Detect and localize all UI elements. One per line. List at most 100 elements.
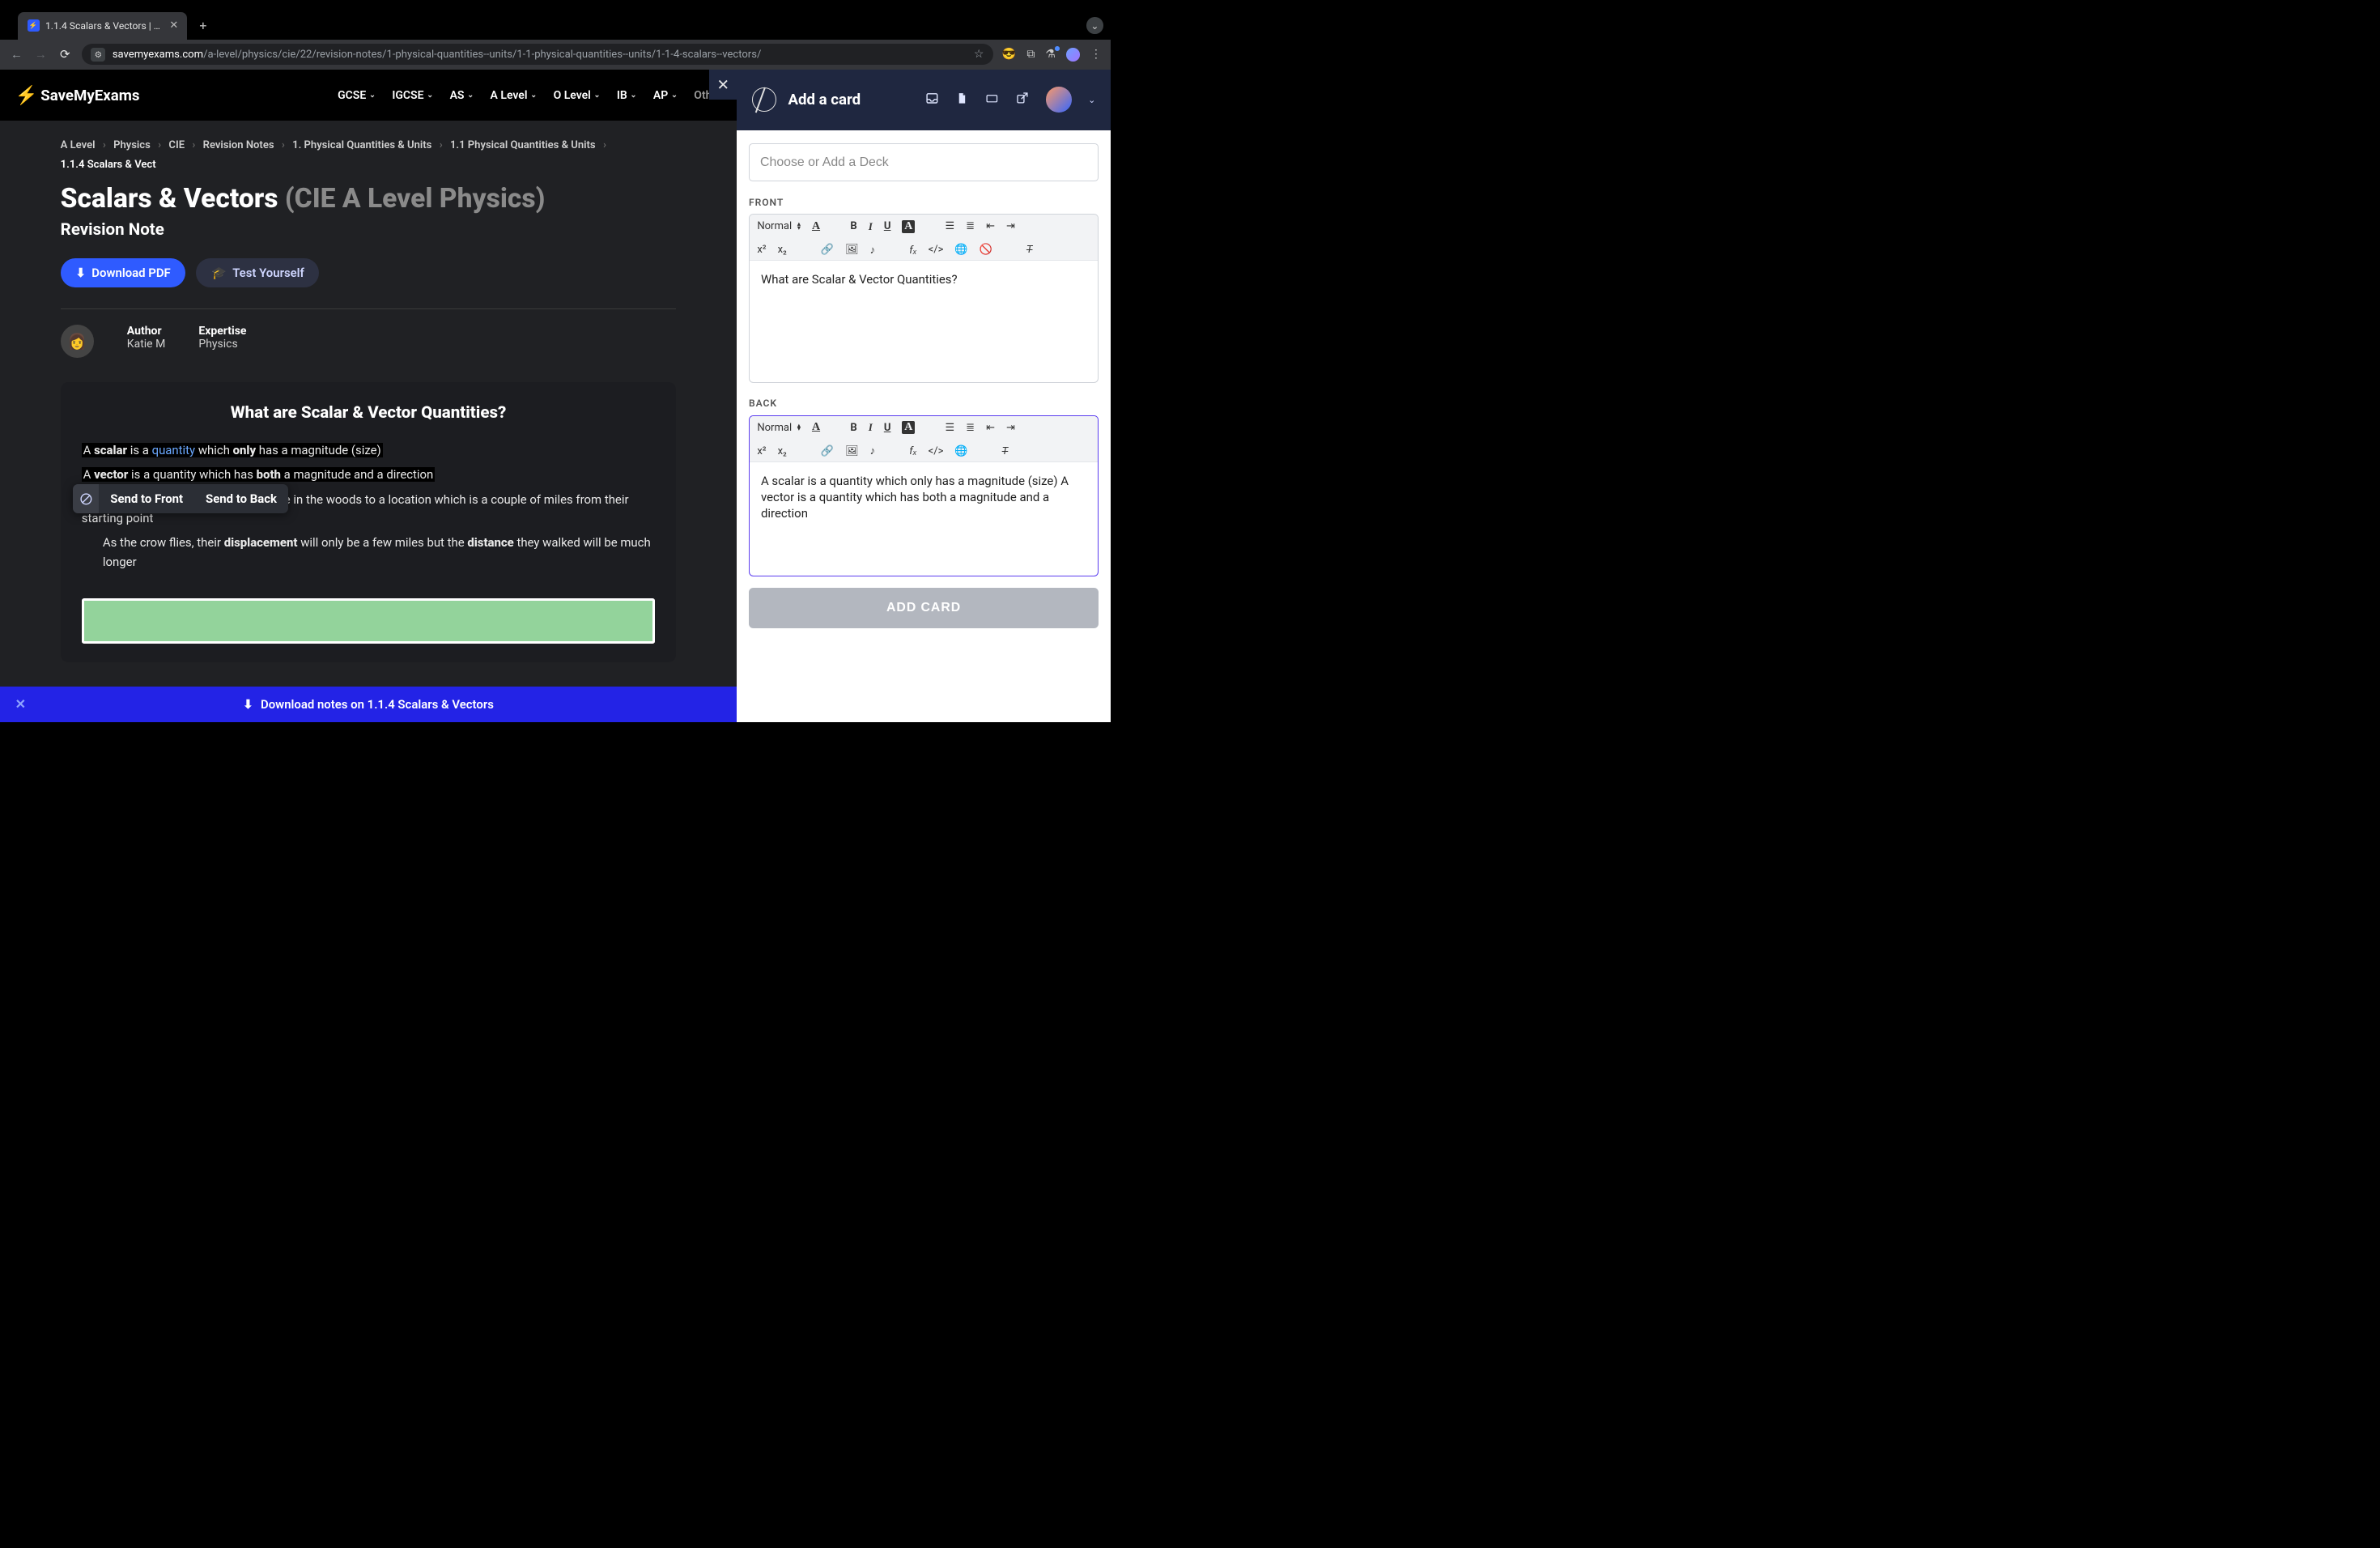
link-icon[interactable]: 🔗 [821, 445, 834, 457]
back-content[interactable]: A scalar is a quantity which only has a … [750, 462, 1098, 576]
indent-icon[interactable]: ⇥ [1006, 220, 1015, 232]
outdent-icon[interactable]: ⇤ [986, 422, 995, 434]
underline-icon[interactable]: U [884, 422, 891, 434]
code-icon[interactable]: </> [929, 244, 944, 256]
audio-icon[interactable]: ♪ [870, 244, 876, 257]
outdent-icon[interactable]: ⇤ [986, 220, 995, 232]
front-content[interactable]: What are Scalar & Vector Quantities? [750, 261, 1098, 381]
nav-forward-icon[interactable]: → [33, 47, 49, 62]
visibility-off-icon[interactable]: 🚫 [980, 244, 992, 256]
highlight-icon[interactable]: A [902, 421, 915, 434]
code-icon[interactable]: </> [929, 445, 944, 457]
bold-icon[interactable]: B [850, 220, 856, 232]
site-info-icon[interactable]: ⚙ [91, 48, 106, 62]
download-banner[interactable]: ✕ ⬇ Download notes on 1.1.4 Scalars & Ve… [0, 687, 737, 723]
bookmark-star-icon[interactable]: ☆ [974, 48, 984, 61]
nav-igcse[interactable]: IGCSE⌄ [392, 89, 433, 102]
text-color-icon[interactable]: A [812, 421, 820, 434]
nav-ap[interactable]: AP⌄ [653, 89, 678, 102]
crumb-alevel[interactable]: A Level [61, 139, 96, 151]
test-yourself-button[interactable]: 🎓 Test Yourself [196, 258, 319, 288]
url-bar[interactable]: ⚙ savemyexams.com/a-level/physics/cie/22… [82, 44, 993, 65]
new-tab-button[interactable]: + [193, 12, 213, 40]
formula-icon[interactable]: fₓ [909, 444, 916, 457]
italic-icon[interactable]: I [869, 421, 873, 434]
indent-icon[interactable]: ⇥ [1006, 422, 1015, 434]
site-logo[interactable]: ⚡ SaveMyExams [15, 85, 140, 106]
tab-close-icon[interactable]: ✕ [169, 19, 178, 32]
selection-toolbar: Send to Front Send to Back [73, 484, 288, 512]
profile-avatar[interactable] [1066, 48, 1080, 62]
site-nav: GCSE⌄ IGCSE⌄ AS⌄ A Level⌄ O Level⌄ IB⌄ A… [338, 89, 721, 102]
format-select[interactable]: Normal▴▾ [757, 220, 801, 232]
formula-icon[interactable]: fₓ [909, 244, 916, 257]
sidebar-title: Add a card [788, 91, 861, 108]
quantity-link[interactable]: quantity [152, 443, 196, 457]
bullet-list-icon[interactable]: ≣ [966, 422, 975, 434]
url-text: savemyexams.com/a-level/physics/cie/22/r… [113, 49, 762, 61]
extension-emoji-icon[interactable]: 😎 [1002, 48, 1016, 61]
deck-input[interactable] [749, 143, 1099, 181]
chevron-down-icon: ⌄ [369, 91, 376, 100]
nav-reload-icon[interactable]: ⟳ [57, 47, 73, 62]
sidebar-close-button[interactable]: ✕ [709, 70, 737, 100]
globe-icon[interactable]: 🌐 [954, 244, 967, 256]
kebab-menu-icon[interactable]: ⋮ [1090, 48, 1102, 61]
tab-overflow-icon[interactable]: ⌄ [1086, 17, 1103, 34]
highlight-icon[interactable]: A [902, 220, 915, 233]
bullet-list-icon[interactable]: ≣ [966, 220, 975, 232]
send-to-front-button[interactable]: Send to Front [99, 484, 194, 512]
document-icon[interactable] [956, 91, 968, 108]
subscript-icon[interactable]: x₂ [778, 445, 787, 457]
browser-tab[interactable]: ⚡ 1.1.4 Scalars & Vectors | CIE A ✕ [18, 12, 187, 40]
user-avatar[interactable] [1046, 87, 1072, 113]
download-pdf-button[interactable]: ⬇ Download PDF [61, 258, 186, 288]
italic-icon[interactable]: I [869, 220, 873, 233]
crumb-cie[interactable]: CIE [168, 139, 185, 151]
nav-as[interactable]: AS⌄ [450, 89, 474, 102]
image-icon[interactable]: 🖼 [845, 445, 859, 457]
format-select[interactable]: Normal▴▾ [757, 422, 801, 434]
send-to-back-button[interactable]: Send to Back [194, 484, 288, 512]
chevron-down-icon: ⌄ [427, 91, 433, 100]
add-card-button[interactable]: ADD CARD [749, 588, 1099, 628]
nav-olevel[interactable]: O Level⌄ [554, 89, 601, 102]
crumb-revision-notes[interactable]: Revision Notes [203, 139, 274, 151]
inbox-icon[interactable] [925, 91, 939, 108]
clear-format-icon[interactable]: T [1026, 244, 1033, 256]
banner-close-icon[interactable]: ✕ [15, 696, 26, 712]
globe-icon[interactable]: 🌐 [954, 445, 967, 457]
nav-back-icon[interactable]: ← [9, 47, 24, 62]
ordered-list-icon[interactable]: ☰ [945, 220, 954, 232]
audio-icon[interactable]: ♪ [870, 444, 876, 457]
nav-gcse[interactable]: GCSE⌄ [338, 89, 376, 102]
breadcrumbs: A Level› Physics› CIE› Revision Notes› 1… [61, 139, 677, 171]
superscript-icon[interactable]: x² [757, 244, 766, 256]
chevron-down-icon[interactable]: ⌄ [1088, 95, 1095, 105]
text-color-icon[interactable]: A [812, 220, 820, 233]
front-label: FRONT [749, 197, 1099, 208]
clear-format-icon[interactable]: T [1002, 445, 1009, 457]
banner-text: Download notes on 1.1.4 Scalars & Vector… [261, 697, 494, 712]
labs-icon[interactable]: ⚗ [1045, 48, 1056, 61]
ordered-list-icon[interactable]: ☰ [945, 422, 954, 434]
bold-icon[interactable]: B [850, 422, 856, 434]
link-icon[interactable]: 🔗 [821, 244, 834, 256]
crumb-topic11[interactable]: 1.1 Physical Quantities & Units [450, 139, 596, 151]
nav-ib[interactable]: IB⌄ [617, 89, 636, 102]
open-external-icon[interactable] [1016, 91, 1029, 108]
author-avatar: 👩 [61, 325, 94, 358]
folder-icon[interactable] [984, 92, 1000, 108]
extensions-icon[interactable]: ⧉ [1026, 48, 1035, 61]
crumb-topic1[interactable]: 1. Physical Quantities & Units [292, 139, 431, 151]
image-icon[interactable]: 🖼 [845, 244, 859, 256]
page: ⚡ SaveMyExams GCSE⌄ IGCSE⌄ AS⌄ A Level⌄ … [0, 70, 1111, 722]
download-icon: ⬇ [75, 266, 86, 280]
superscript-icon[interactable]: x² [757, 445, 766, 457]
nav-alevel[interactable]: A Level⌄ [491, 89, 537, 102]
underline-icon[interactable]: U [884, 220, 891, 232]
author-name: Katie M [127, 338, 166, 351]
tab-favicon: ⚡ [28, 19, 40, 32]
crumb-physics[interactable]: Physics [113, 139, 151, 151]
subscript-icon[interactable]: x₂ [778, 244, 787, 256]
